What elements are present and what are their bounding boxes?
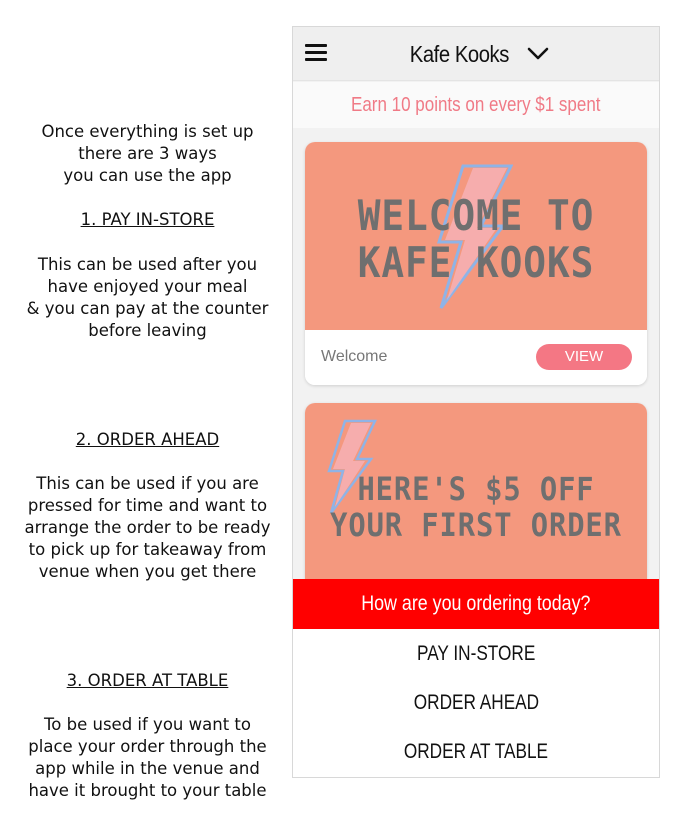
step-1-heading: 1. PAY IN-STORE [80,210,215,229]
venue-name: Kafe Kooks [409,40,509,67]
option-pay-in-store[interactable]: PAY IN-STORE [293,629,659,678]
promo-card-headline: HERE'S $5 OFF YOUR FIRST ORDER [330,470,622,544]
venue-selector[interactable]: Kafe Kooks [293,27,659,81]
promo-card-image: WELCOME TO KAFE KOOKS [305,142,647,330]
option-order-ahead[interactable]: ORDER AHEAD [293,678,659,727]
app-header: Kafe Kooks [293,27,659,81]
chevron-down-icon [528,47,549,60]
step-3-body: To be used if you want to place your ord… [28,715,267,800]
option-label: ORDER AHEAD [413,690,539,714]
order-type-header: How are you ordering today? [293,579,659,629]
step-2-body: This can be used if you are pressed for … [24,474,271,581]
step-2-heading: 2. ORDER AHEAD [75,430,220,449]
promo-card-footer: Welcome VIEW [305,330,647,385]
instructions-intro: Once everything is set up there are 3 wa… [41,122,254,185]
option-order-at-table[interactable]: ORDER AT TABLE [293,727,659,776]
promo-card-welcome[interactable]: WELCOME TO KAFE KOOKS Welcome VIEW [305,142,647,385]
order-type-title: How are you ordering today? [361,592,591,615]
step-1-body: This can be used after you have enjoyed … [26,255,269,340]
points-banner: Earn 10 points on every $1 spent [293,82,659,128]
option-label: ORDER AT TABLE [403,739,549,763]
option-label: PAY IN-STORE [416,641,536,665]
instructions-panel: Once everything is set up there are 3 wa… [0,0,295,831]
step-3-heading: 3. ORDER AT TABLE [66,671,229,690]
promo-card-headline: WELCOME TO KAFE KOOKS [357,191,595,287]
order-type-sheet: How are you ordering today? PAY IN-STORE… [293,579,659,777]
app-screen: Kafe Kooks Earn 10 points on every $1 sp… [292,26,660,778]
view-button[interactable]: VIEW [536,344,632,370]
points-banner-text: Earn 10 points on every $1 spent [351,93,601,116]
promo-card-label: Welcome [321,348,388,365]
